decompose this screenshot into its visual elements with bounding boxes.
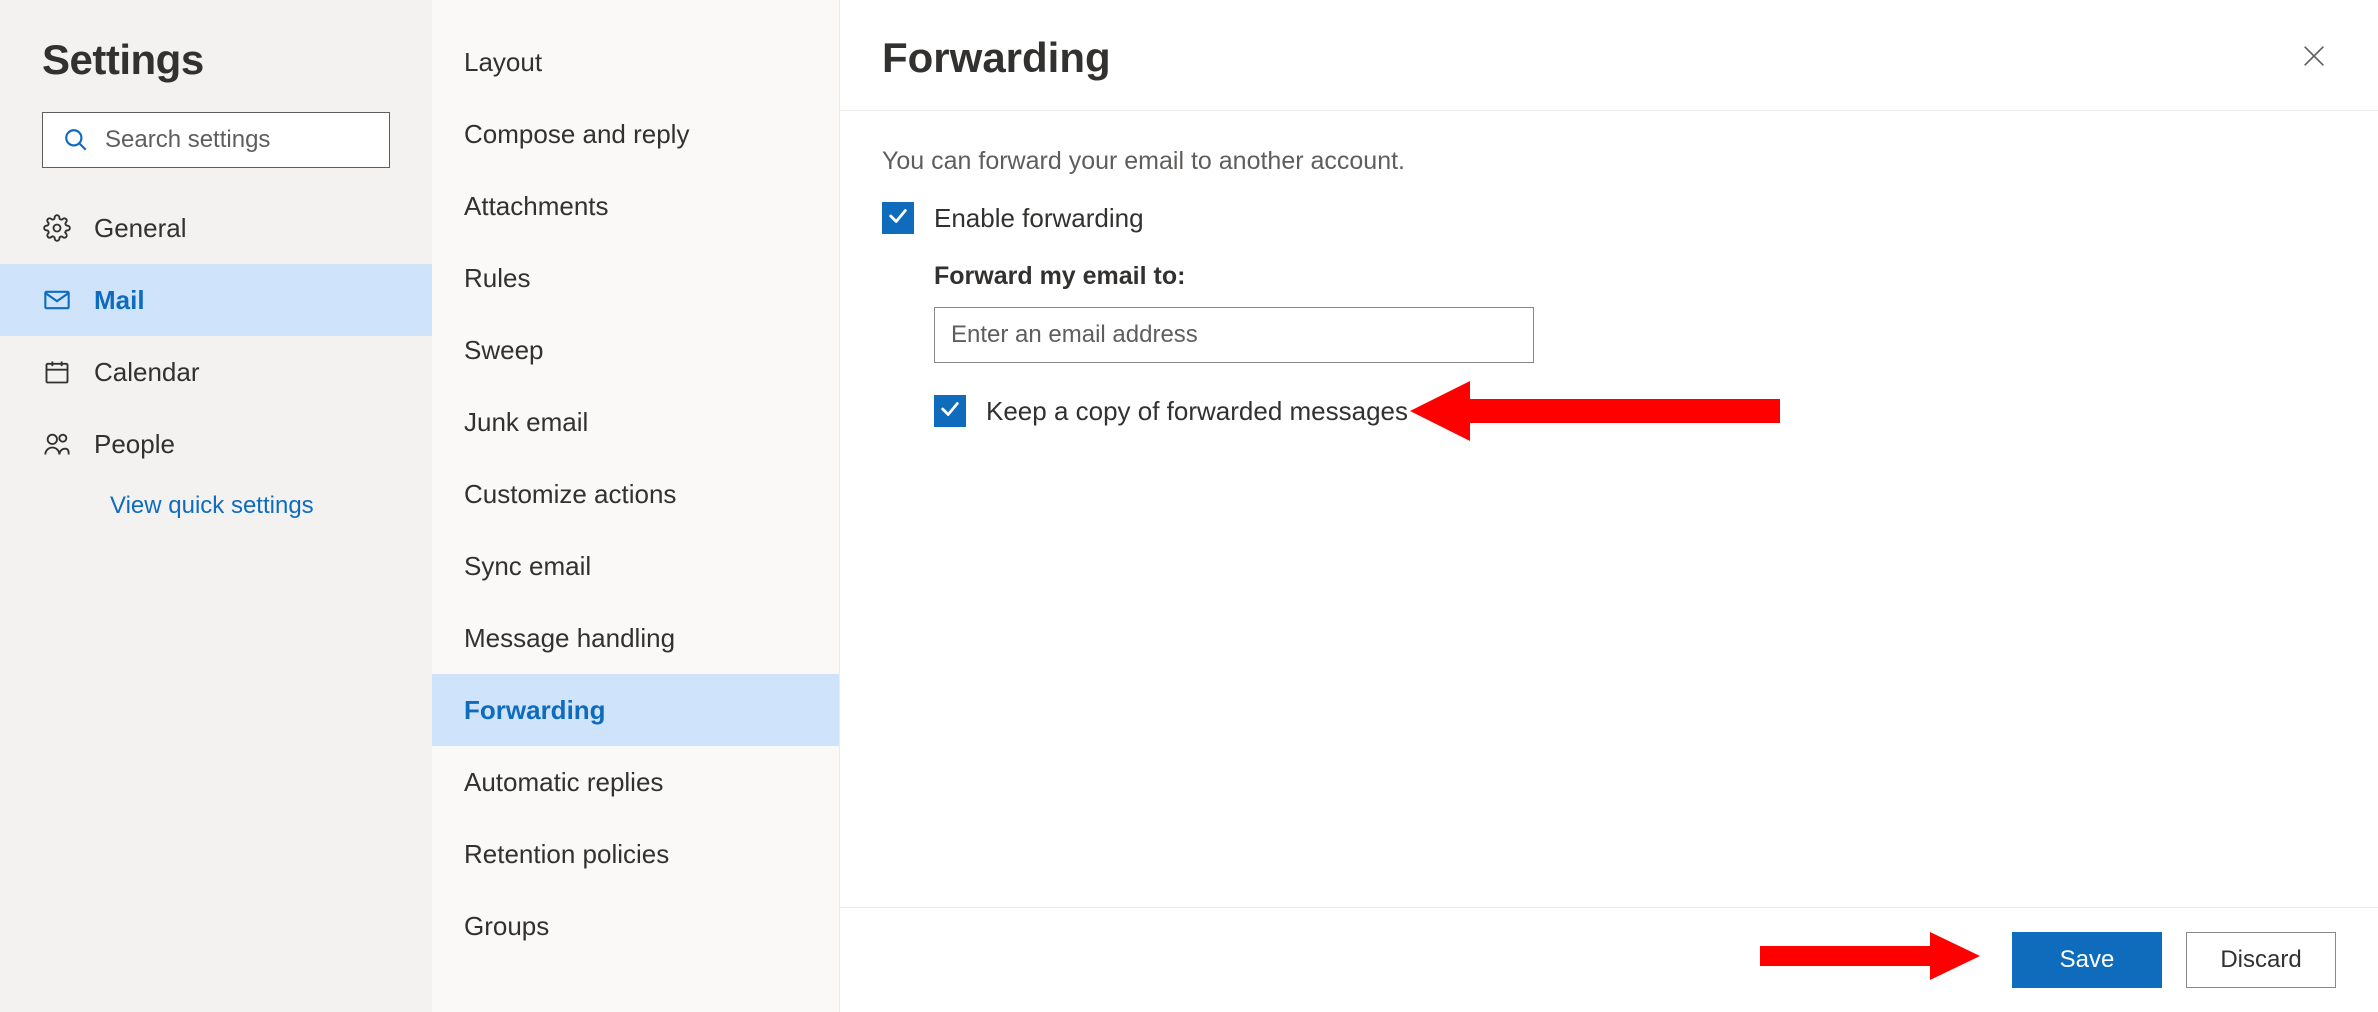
settings-title: Settings [0,26,432,112]
sub-item-sync-email[interactable]: Sync email [432,530,839,602]
keep-copy-row: Keep a copy of forwarded messages [934,395,2336,427]
people-icon [42,429,72,459]
nav-item-people[interactable]: People [0,408,432,480]
annotation-arrow-icon [1760,926,1980,986]
sub-item-layout[interactable]: Layout [432,26,839,98]
save-button[interactable]: Save [2012,932,2162,988]
forwarding-sub-block: Forward my email to: Keep a copy of forw… [934,262,2336,427]
sub-item-automatic-replies[interactable]: Automatic replies [432,746,839,818]
sub-item-sweep[interactable]: Sweep [432,314,839,386]
nav-item-label: Mail [94,285,145,316]
forward-to-label: Forward my email to: [934,262,2336,291]
enable-forwarding-row: Enable forwarding [882,202,2336,234]
close-button[interactable] [2292,36,2336,80]
calendar-icon [42,357,72,387]
enable-forwarding-checkbox[interactable] [882,202,914,234]
sub-item-rules[interactable]: Rules [432,242,839,314]
discard-button[interactable]: Discard [2186,932,2336,988]
nav-item-mail[interactable]: Mail [0,264,432,336]
search-input[interactable] [105,126,371,154]
main-panel: Forwarding You can forward your email to… [840,0,2378,1012]
nav-item-label: Calendar [94,357,200,388]
sub-item-retention-policies[interactable]: Retention policies [432,818,839,890]
nav-item-general[interactable]: General [0,192,432,264]
primary-nav: General Mail [0,192,432,480]
nav-item-calendar[interactable]: Calendar [0,336,432,408]
page-title: Forwarding [882,34,1111,82]
main-header: Forwarding [840,0,2378,111]
gear-icon [42,213,72,243]
keep-copy-checkbox[interactable] [934,395,966,427]
nav-item-label: General [94,213,187,244]
sub-item-junk-email[interactable]: Junk email [432,386,839,458]
primary-sidebar: Settings General [0,0,432,1012]
mail-icon [42,285,72,315]
search-icon [61,125,91,155]
view-quick-settings-link[interactable]: View quick settings [0,480,432,520]
sub-item-forwarding[interactable]: Forwarding [432,674,839,746]
sub-item-groups[interactable]: Groups [432,890,839,962]
forwarding-description: You can forward your email to another ac… [882,147,2336,176]
settings-app: Settings General [0,0,2378,1012]
secondary-sidebar: Layout Compose and reply Attachments Rul… [432,0,840,1012]
main-footer: Save Discard [840,907,2378,1012]
checkmark-icon [939,396,961,427]
sub-item-message-handling[interactable]: Message handling [432,602,839,674]
main-body: You can forward your email to another ac… [840,111,2378,907]
sub-item-compose-and-reply[interactable]: Compose and reply [432,98,839,170]
forward-to-input[interactable] [934,307,1534,363]
enable-forwarding-label: Enable forwarding [934,203,1144,234]
close-icon [2300,42,2328,75]
search-settings-box[interactable] [42,112,390,168]
sub-item-customize-actions[interactable]: Customize actions [432,458,839,530]
sub-item-attachments[interactable]: Attachments [432,170,839,242]
checkmark-icon [887,203,909,234]
keep-copy-label: Keep a copy of forwarded messages [986,396,1408,427]
nav-item-label: People [94,429,175,460]
